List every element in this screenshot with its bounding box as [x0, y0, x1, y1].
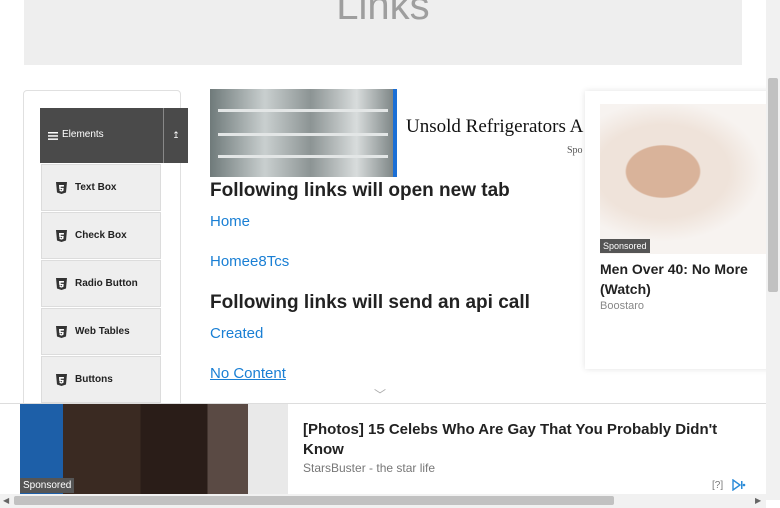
- adchoices-icon[interactable]: [732, 479, 746, 491]
- vertical-scrollbar[interactable]: [766, 0, 780, 500]
- sponsored-badge: Sponsored: [600, 239, 650, 253]
- sidebar-item-radio-button[interactable]: Radio Button: [41, 260, 161, 307]
- ad-image: [600, 104, 780, 254]
- bottom-sticky-ad[interactable]: Sponsored [Photos] 15 Celebs Who Are Gay…: [0, 403, 766, 496]
- html5-icon: [56, 326, 67, 338]
- elements-group-header[interactable]: Elements: [40, 108, 163, 163]
- no-content-link[interactable]: No Content: [210, 365, 286, 382]
- sidebar-item-label: Web Tables: [75, 326, 130, 337]
- ad-sponsored-label: Spo: [567, 145, 583, 156]
- sidebar-item-label: Text Box: [75, 182, 117, 193]
- sidebar-item-label: Buttons: [75, 374, 113, 385]
- html5-icon: [56, 182, 67, 194]
- collapse-up-icon[interactable]: ↥: [163, 108, 188, 163]
- ad-title: Unsold Refrigerators A: [406, 116, 584, 137]
- sidebar-item-buttons[interactable]: Buttons: [41, 356, 161, 403]
- sidebar-item-label: Check Box: [75, 230, 127, 241]
- page-header-band: Links: [24, 0, 742, 65]
- ad-headline: Men Over 40: No More (Watch): [600, 261, 748, 297]
- menu-icon: [48, 132, 58, 140]
- sidebar-item-web-tables[interactable]: Web Tables: [41, 308, 161, 355]
- ad-image: [210, 89, 397, 177]
- new-tab-heading: Following links will open new tab: [210, 180, 510, 201]
- ad-headline: [Photos] 15 Celebs Who Are Gay That You …: [303, 421, 718, 458]
- scroll-right-icon[interactable]: ▶: [755, 496, 761, 505]
- scroll-left-icon[interactable]: ◀: [3, 496, 9, 505]
- created-link[interactable]: Created: [210, 325, 263, 342]
- sidebar-item-text-box[interactable]: Text Box: [41, 164, 161, 211]
- ad-source: StarsBuster - the star life: [303, 461, 436, 475]
- ad-help-link[interactable]: [?]: [712, 480, 723, 491]
- home-link[interactable]: Home: [210, 213, 250, 230]
- horizontal-scrollbar[interactable]: ◀ ▶: [0, 494, 766, 508]
- html5-icon: [56, 230, 67, 242]
- ad-source: Boostaro: [600, 300, 645, 312]
- dynamic-home-link[interactable]: Homee8Tcs: [210, 253, 289, 270]
- scrollbar-thumb[interactable]: [768, 78, 778, 292]
- scrollbar-thumb[interactable]: [14, 496, 614, 505]
- sponsored-badge: Sponsored: [20, 478, 75, 493]
- page-title: Links: [336, 0, 430, 28]
- side-ad[interactable]: Sponsored Men Over 40: No More (Watch) B…: [585, 91, 780, 369]
- sidebar-item-check-box[interactable]: Check Box: [41, 212, 161, 259]
- api-call-heading: Following links will send an api call: [210, 292, 530, 313]
- html5-icon: [56, 278, 67, 290]
- sidebar-item-label: Radio Button: [75, 278, 138, 289]
- html5-icon: [56, 374, 67, 386]
- elements-group-label: Elements: [62, 129, 104, 140]
- chevron-down-icon[interactable]: ﹀: [374, 386, 386, 403]
